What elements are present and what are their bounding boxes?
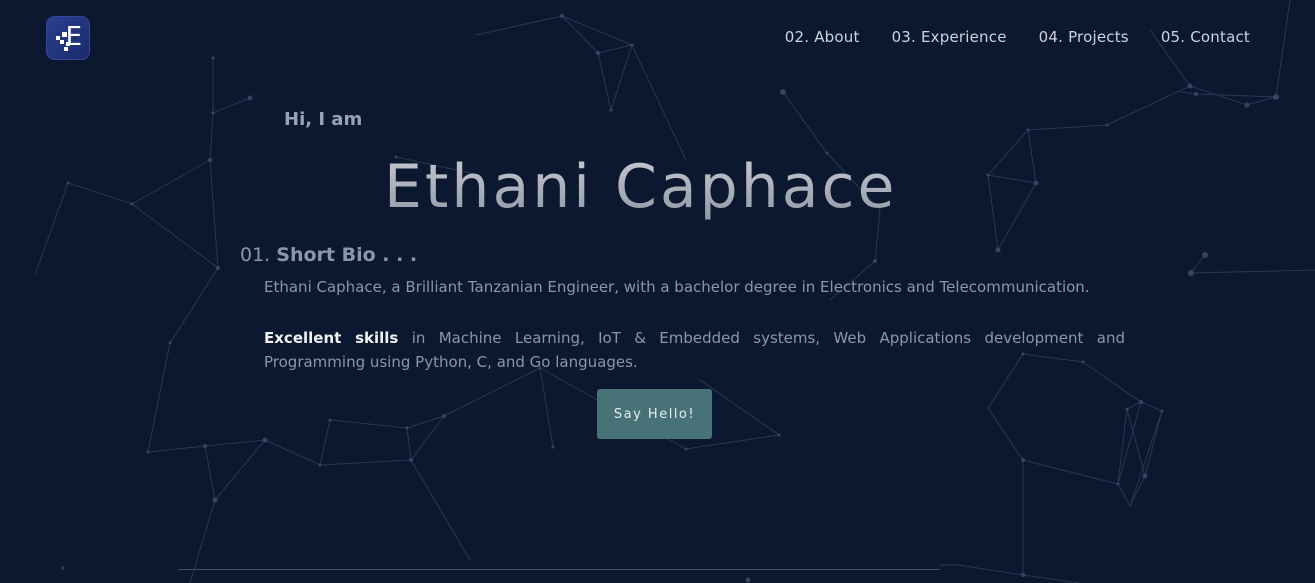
bio-section-number: 01. <box>240 244 271 266</box>
bio-section-title: Short Bio . . . <box>276 244 418 266</box>
bio-heading: 01. Short Bio . . . <box>240 244 417 266</box>
hero-name: Ethani Caphace <box>384 152 898 222</box>
top-navigation: 02. About 03. Experience 04. Projects 05… <box>785 28 1250 46</box>
portfolio-page: E 02. About 03. Experience 04. Projects … <box>0 0 1315 583</box>
nav-link-projects[interactable]: 04. Projects <box>1039 28 1129 46</box>
bio-paragraph-intro: Ethani Caphace, a Brilliant Tanzanian En… <box>264 278 1090 296</box>
bio-paragraph-skills: Excellent skills in Machine Learning, Io… <box>264 326 1125 374</box>
say-hello-button[interactable]: Say Hello! <box>597 389 712 439</box>
nav-link-contact[interactable]: 05. Contact <box>1161 28 1250 46</box>
logo-button[interactable]: E <box>46 16 90 60</box>
logo-e-icon: E <box>52 22 84 54</box>
nav-link-about[interactable]: 02. About <box>785 28 860 46</box>
logo-letter: E <box>65 22 82 52</box>
hero-greeting: Hi, I am <box>284 109 363 130</box>
nav-link-experience[interactable]: 03. Experience <box>892 28 1007 46</box>
section-divider <box>178 569 940 570</box>
bio-skills-highlight: Excellent skills <box>264 329 399 347</box>
